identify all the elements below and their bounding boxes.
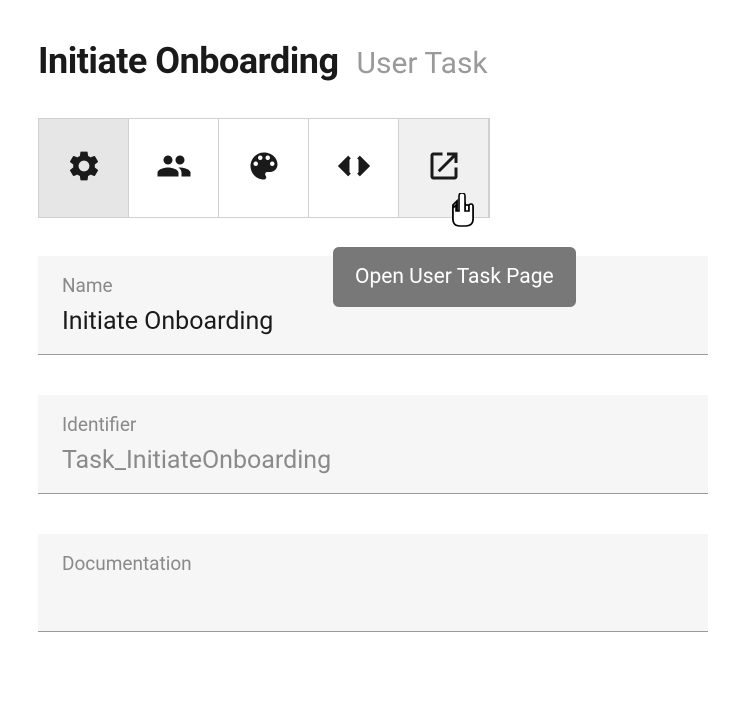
field-identifier-value: Task_InitiateOnboarding [62,446,684,475]
tab-open[interactable] [399,119,489,217]
tab-palette[interactable] [219,119,309,217]
tooltip: Open User Task Page [333,247,576,307]
open-external-icon [426,148,462,188]
field-identifier-label: Identifier [62,413,684,436]
page-subtitle: User Task [357,46,488,81]
field-identifier[interactable]: Identifier Task_InitiateOnboarding [38,395,708,494]
code-icon [336,148,372,188]
field-documentation-value [62,585,684,613]
tab-settings[interactable] [39,119,129,217]
field-name-value: Initiate Onboarding [62,307,684,336]
people-icon [156,148,192,188]
tab-code[interactable] [309,119,399,217]
field-documentation[interactable]: Documentation [38,534,708,632]
gear-icon [66,148,102,188]
tab-bar: Open User Task Page [38,118,490,218]
palette-icon [246,148,282,188]
tab-assignees[interactable] [129,119,219,217]
page-title: Initiate Onboarding [38,40,339,82]
field-documentation-label: Documentation [62,552,684,575]
header: Initiate Onboarding User Task [38,40,708,82]
